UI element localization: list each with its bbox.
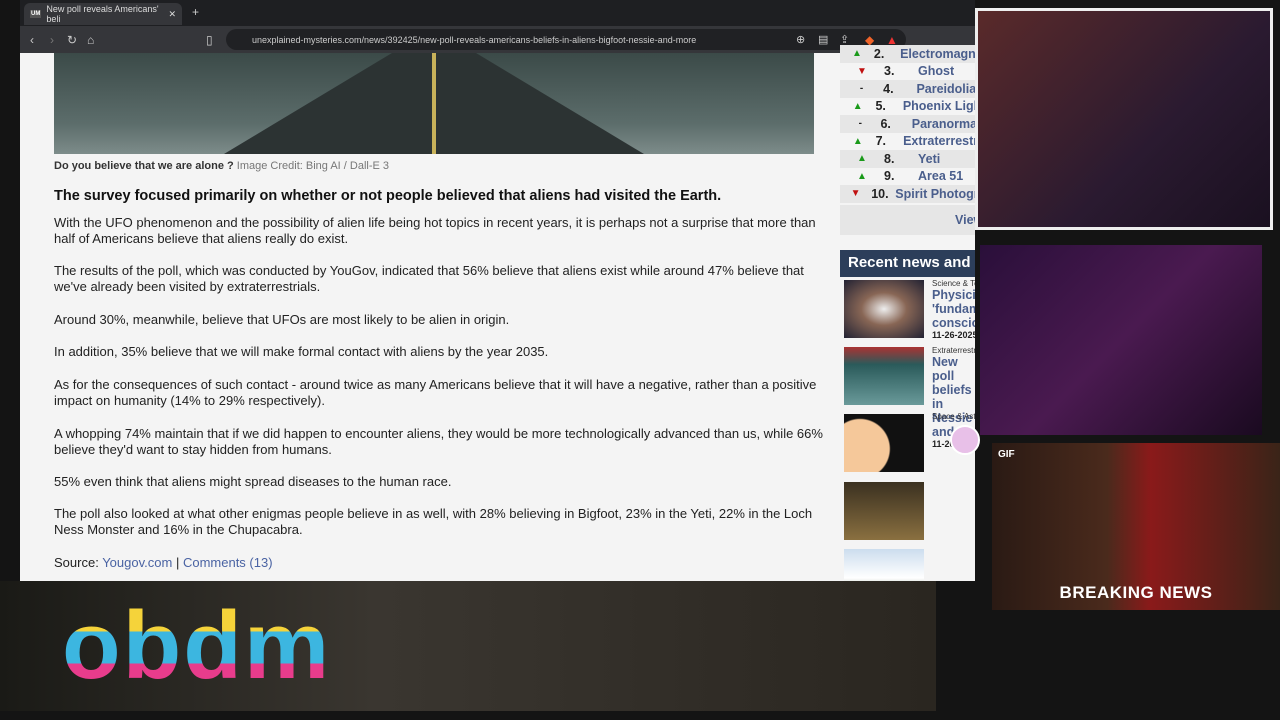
image-caption: Do you believe that we are alone ? Image… bbox=[54, 160, 390, 172]
browser-window: UM New poll reveals Americans' beli ✕ + ‹ … bbox=[20, 0, 975, 581]
paragraph: 55% even think that aliens might spread … bbox=[54, 474, 452, 489]
ranking-row[interactable]: ▲ 2. Electromagnetic bbox=[840, 45, 975, 63]
trend-icon: ▲ bbox=[857, 170, 867, 182]
rank-number: 9. bbox=[884, 169, 895, 184]
gif-panel: GIF BREAKING NEWS bbox=[992, 443, 1280, 610]
rank-name[interactable]: Pareidolia bbox=[916, 82, 975, 96]
rank-number: 5. bbox=[875, 99, 886, 114]
trend-icon: - bbox=[859, 83, 864, 95]
paragraph: A whopping 74% maintain that if we did h… bbox=[54, 426, 823, 457]
sidebar: ▲ 2. Electromagnetic ▼ 3. Ghost - 4. Pareidolia ▲… bbox=[840, 45, 975, 581]
view-more-link[interactable]: View bbox=[955, 213, 975, 227]
close-tab-icon[interactable]: ✕ bbox=[168, 9, 176, 20]
news-thumbnail[interactable] bbox=[844, 549, 924, 581]
reader-icon[interactable]: ▤ bbox=[818, 33, 828, 46]
ranking-row[interactable]: ▲ 5. Phoenix Lights bbox=[840, 98, 975, 116]
trend-icon: ▲ bbox=[857, 153, 867, 165]
rank-name[interactable]: Ghost bbox=[918, 64, 954, 78]
paragraph: The poll also looked at what other enigm… bbox=[54, 506, 813, 537]
news-item[interactable]: Space & Astronomy bbox=[932, 412, 975, 421]
bookmark-icon[interactable]: ▯ bbox=[206, 33, 213, 47]
rank-name[interactable]: Spirit Photography bbox=[895, 187, 975, 201]
favicon: UM bbox=[30, 10, 42, 18]
webcam-main bbox=[980, 245, 1262, 435]
ranking-row[interactable]: ▼ 3. Ghost bbox=[840, 63, 975, 81]
forward-icon[interactable]: › bbox=[50, 33, 54, 47]
news-thumbnail[interactable] bbox=[844, 347, 924, 405]
article-subheading: The survey focused primarily on whether … bbox=[54, 188, 722, 204]
rank-name[interactable]: Area 51 bbox=[918, 169, 963, 183]
obdm-logo: obdm bbox=[62, 592, 332, 699]
breaking-news-text: BREAKING NEWS bbox=[1059, 583, 1213, 602]
recent-news-header: Recent news and articles bbox=[840, 250, 975, 277]
rank-name[interactable]: Phoenix Lights bbox=[903, 99, 975, 113]
rank-number: 4. bbox=[883, 81, 894, 96]
rank-number: 8. bbox=[884, 151, 895, 166]
rank-number: 10. bbox=[871, 186, 889, 201]
ranking-row[interactable]: ▲ 7. Extraterrestrial bbox=[840, 133, 975, 151]
article-image bbox=[54, 53, 814, 154]
home-icon[interactable]: ⌂ bbox=[87, 33, 94, 47]
source-line: Source: Yougov.com | Comments (13) bbox=[54, 555, 273, 570]
trend-icon: - bbox=[858, 118, 862, 130]
webcam-top bbox=[975, 8, 1273, 230]
ranking-row[interactable]: - 4. Pareidolia bbox=[840, 80, 975, 98]
source-link[interactable]: Yougov.com bbox=[102, 555, 172, 570]
tab-bar: UM New poll reveals Americans' beli ✕ + bbox=[20, 0, 975, 26]
trend-icon: ▼ bbox=[850, 188, 861, 200]
trend-icon: ▼ bbox=[857, 65, 867, 77]
rank-number: 2. bbox=[873, 46, 885, 61]
news-thumbnail[interactable] bbox=[844, 482, 924, 540]
news-thumbnail[interactable] bbox=[844, 414, 924, 472]
rank-name[interactable]: Electromagnetic bbox=[900, 47, 975, 61]
trend-icon: ▲ bbox=[851, 48, 862, 60]
news-thumbnail[interactable] bbox=[844, 280, 924, 338]
gif-label: GIF bbox=[998, 449, 1015, 460]
trend-icon: ▲ bbox=[852, 135, 863, 147]
rank-name[interactable]: Paranormal bbox=[912, 117, 975, 131]
trend-icon: ▲ bbox=[852, 100, 863, 112]
news-item[interactable]: Science & TechnologyPhysicist 'fundament… bbox=[932, 279, 975, 340]
ranking-row[interactable]: ▲ 9. Area 51 bbox=[840, 168, 975, 186]
avatar bbox=[950, 425, 980, 455]
address-bar-row: ‹ › ↻ ⌂ ▯ unexplained-mysteries.com/news… bbox=[20, 26, 975, 53]
rank-number: 6. bbox=[880, 116, 891, 131]
new-tab-icon[interactable]: + bbox=[192, 5, 199, 19]
paragraph: Around 30%, meanwhile, believe that UFOs… bbox=[54, 312, 510, 327]
rank-name[interactable]: Yeti bbox=[918, 152, 940, 166]
tab-title: New poll reveals Americans' beli bbox=[46, 4, 159, 24]
ranking-row[interactable]: ▲ 8. Yeti bbox=[840, 150, 975, 168]
zoom-icon[interactable]: ⊕ bbox=[796, 33, 805, 46]
tab-active[interactable]: UM New poll reveals Americans' beli ✕ bbox=[24, 3, 182, 25]
paragraph: The results of the poll, which was condu… bbox=[54, 263, 804, 294]
back-icon[interactable]: ‹ bbox=[30, 33, 34, 47]
paragraph: With the UFO phenomenon and the possibil… bbox=[54, 215, 816, 246]
rank-number: 3. bbox=[884, 64, 895, 79]
ranking-row[interactable]: - 6. Paranormal bbox=[840, 115, 975, 133]
rank-name[interactable]: Extraterrestrial bbox=[903, 134, 975, 148]
paragraph: In addition, 35% believe that we will ma… bbox=[54, 344, 549, 359]
reload-icon[interactable]: ↻ bbox=[67, 33, 77, 47]
comments-link[interactable]: Comments (13) bbox=[183, 555, 273, 570]
paragraph: As for the consequences of such contact … bbox=[54, 377, 817, 408]
ranking-row[interactable]: ▼ 10. Spirit Photography bbox=[840, 185, 975, 203]
rank-number: 7. bbox=[875, 134, 887, 149]
